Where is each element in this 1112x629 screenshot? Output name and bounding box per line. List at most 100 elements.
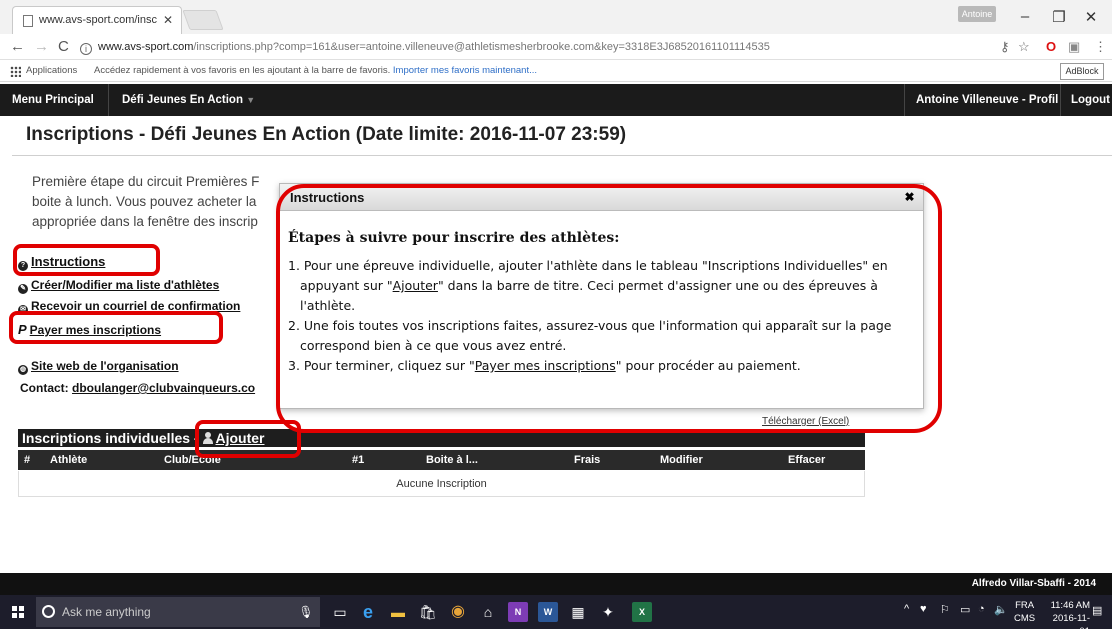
bookmarks-hint: Accédez rapidement à vos favoris en les … (94, 60, 537, 82)
url-domain: www.avs-sport.com (98, 41, 194, 53)
new-tab-button[interactable] (182, 10, 224, 30)
dropdown-icon: ▼ (246, 95, 256, 105)
description-line: Première étape du circuit Premières F (32, 174, 260, 189)
cortana-search[interactable]: Ask me anything (36, 597, 320, 627)
back-icon[interactable]: ← (10, 38, 25, 55)
page-footer: Alfredo Villar-Sbaffi - 2014 (0, 573, 1112, 595)
restore-icon[interactable]: ❐ (1048, 8, 1070, 26)
opera-icon[interactable]: O (1046, 39, 1056, 54)
step-text: " pour procéder au paiement. (615, 358, 801, 373)
home-icon[interactable]: ⌂ (478, 602, 498, 622)
table-title: Inscriptions individuelles (22, 430, 191, 446)
mail-icon: ✉ (18, 305, 28, 315)
ajouter-inline-link[interactable]: Ajouter (393, 278, 438, 293)
cortana-icon (42, 605, 55, 618)
notifications-icon[interactable]: ▤ (1092, 604, 1102, 617)
payer-link-label: Payer mes inscriptions (29, 323, 162, 337)
network-icon[interactable]: ⚐ (940, 603, 950, 616)
key-icon[interactable]: ⚷ (1000, 39, 1010, 55)
keyboard-code: CMS (1014, 613, 1036, 624)
task-view-icon[interactable]: ▭ (330, 602, 350, 622)
confirmation-link[interactable]: ✉ Recevoir un courriel de confirmation (18, 299, 240, 315)
apps-link[interactable]: Applications (26, 60, 77, 82)
ajouter-button[interactable]: Ajouter (202, 430, 265, 446)
step-text: 3. Pour terminer, cliquez sur " (288, 358, 475, 373)
volume-icon[interactable]: 🔈 (994, 603, 1008, 616)
store-icon[interactable]: 🛍 (418, 602, 438, 622)
url-path: /inscriptions.php?comp=161&user=antoine.… (193, 41, 770, 53)
contact-email-link[interactable]: dboulanger@clubvainqueurs.co (72, 381, 255, 395)
page-title: Inscriptions - Défi Jeunes En Action (Da… (26, 124, 627, 145)
event-menu[interactable]: Défi Jeunes En Action ▼ (122, 84, 255, 116)
profile-badge[interactable]: Antoine (958, 6, 996, 22)
instructions-link[interactable]: ? Instructions (18, 254, 105, 271)
column-header: # (24, 454, 31, 466)
telecharger-excel-link[interactable]: Télécharger (Excel) (762, 416, 849, 427)
event-description: Première étape du circuit Premières F bo… (32, 172, 292, 232)
profile-link[interactable]: Antoine Villeneuve - Profil (916, 84, 1058, 116)
calculator-icon[interactable]: ▦ (568, 602, 588, 622)
dialog-titlebar[interactable]: Instructions (280, 184, 923, 211)
wifi-icon[interactable]: ◔ (978, 603, 985, 615)
clock-time: 11:46 AM (1050, 600, 1090, 611)
star-icon[interactable]: ☆ (1018, 39, 1030, 55)
app-icon[interactable]: ✦ (598, 602, 618, 622)
forward-icon[interactable]: → (34, 38, 49, 55)
info-icon[interactable]: i (80, 43, 92, 55)
contact-line: Contact: dboulanger@clubvainqueurs.co (20, 381, 255, 395)
language-code: FRA (1015, 600, 1035, 611)
taskbar: Ask me anything 🎙 ▭ e ▬ 🛍 ◉ ⌂ N W ▦ ✦ X … (0, 595, 1112, 629)
microphone-icon[interactable]: 🎙 (296, 602, 316, 622)
payer-inline-link[interactable]: Payer mes inscriptions (475, 358, 616, 373)
close-icon[interactable]: ✖ (903, 191, 916, 204)
site-link-label: Site web de l'organisation (31, 359, 179, 373)
apps-icon[interactable] (10, 66, 21, 77)
onenote-icon[interactable]: N (508, 602, 528, 622)
nav-divider (1060, 84, 1061, 116)
menu-principal-link[interactable]: Menu Principal (12, 84, 94, 116)
reload-icon[interactable]: C (58, 38, 69, 55)
browser-tab[interactable]: www.avs-sport.com/insc ✕ (12, 6, 182, 34)
add-user-icon (202, 432, 213, 444)
adblock-tooltip: AdBlock (1060, 63, 1104, 80)
athletes-link[interactable]: ✎ Créer/Modifier ma liste d'athlètes (18, 278, 219, 294)
close-window-icon[interactable]: ✕ (1080, 8, 1102, 26)
browser-titlebar: www.avs-sport.com/insc ✕ Antoine – ❐ ✕ (0, 0, 1112, 34)
security-icon[interactable]: ♥ (920, 603, 927, 615)
table-header-row: # Athlète Club/Ecole #1 Boite à l... Fra… (18, 450, 865, 470)
instructions-link-label: Instructions (31, 254, 106, 269)
chrome-icon[interactable]: ◉ (448, 602, 468, 622)
battery-icon[interactable]: ▭ (960, 603, 970, 616)
search-placeholder: Ask me anything (62, 605, 151, 619)
excel-icon[interactable]: X (632, 602, 652, 622)
step-2: 2. Une fois toutes vos inscriptions fait… (288, 318, 892, 353)
minimize-icon[interactable]: – (1014, 8, 1036, 25)
ajouter-label: Ajouter (215, 430, 265, 446)
table-title-bar: Inscriptions individuelles - Ajouter (18, 429, 865, 447)
show-hidden-icons-icon[interactable]: ^ (904, 603, 909, 615)
url-field[interactable]: i www.avs-sport.com/inscriptions.php?comp… (80, 37, 900, 57)
column-header: Frais (574, 454, 601, 466)
edge-icon[interactable]: e (358, 602, 378, 622)
menu-icon[interactable]: ⋮ (1094, 39, 1107, 55)
instruction-steps: 1. Pour une épreuve individuelle, ajoute… (288, 256, 913, 376)
windows-start-icon[interactable] (12, 606, 24, 618)
close-tab-icon[interactable]: ✕ (163, 13, 173, 27)
column-header: Athlète (50, 454, 88, 466)
site-link[interactable]: ◍ Site web de l'organisation (18, 359, 179, 375)
confirmation-link-label: Recevoir un courriel de confirmation (31, 299, 241, 313)
logout-link[interactable]: Logout (1071, 84, 1110, 116)
table-title-separator: - (190, 430, 203, 446)
word-icon[interactable]: W (538, 602, 558, 622)
column-header: Effacer (788, 454, 826, 466)
file-explorer-icon[interactable]: ▬ (388, 602, 408, 622)
bookmarks-bar: Applications Accédez rapidement à vos fa… (0, 60, 1112, 82)
adblock-icon[interactable]: ▣ (1068, 39, 1080, 55)
description-line: boite à lunch. Vous pouvez acheter la (32, 194, 257, 209)
column-header: Club/Ecole (164, 454, 221, 466)
import-bookmarks-link[interactable]: Importer mes favoris maintenant... (393, 65, 537, 76)
event-menu-label: Défi Jeunes En Action (122, 94, 243, 106)
language-indicator[interactable]: FRA CMS (1014, 599, 1035, 625)
payer-link[interactable]: P Payer mes inscriptions (18, 322, 161, 337)
system-clock[interactable]: 11:46 AM 2016-11-01 (1044, 599, 1090, 629)
